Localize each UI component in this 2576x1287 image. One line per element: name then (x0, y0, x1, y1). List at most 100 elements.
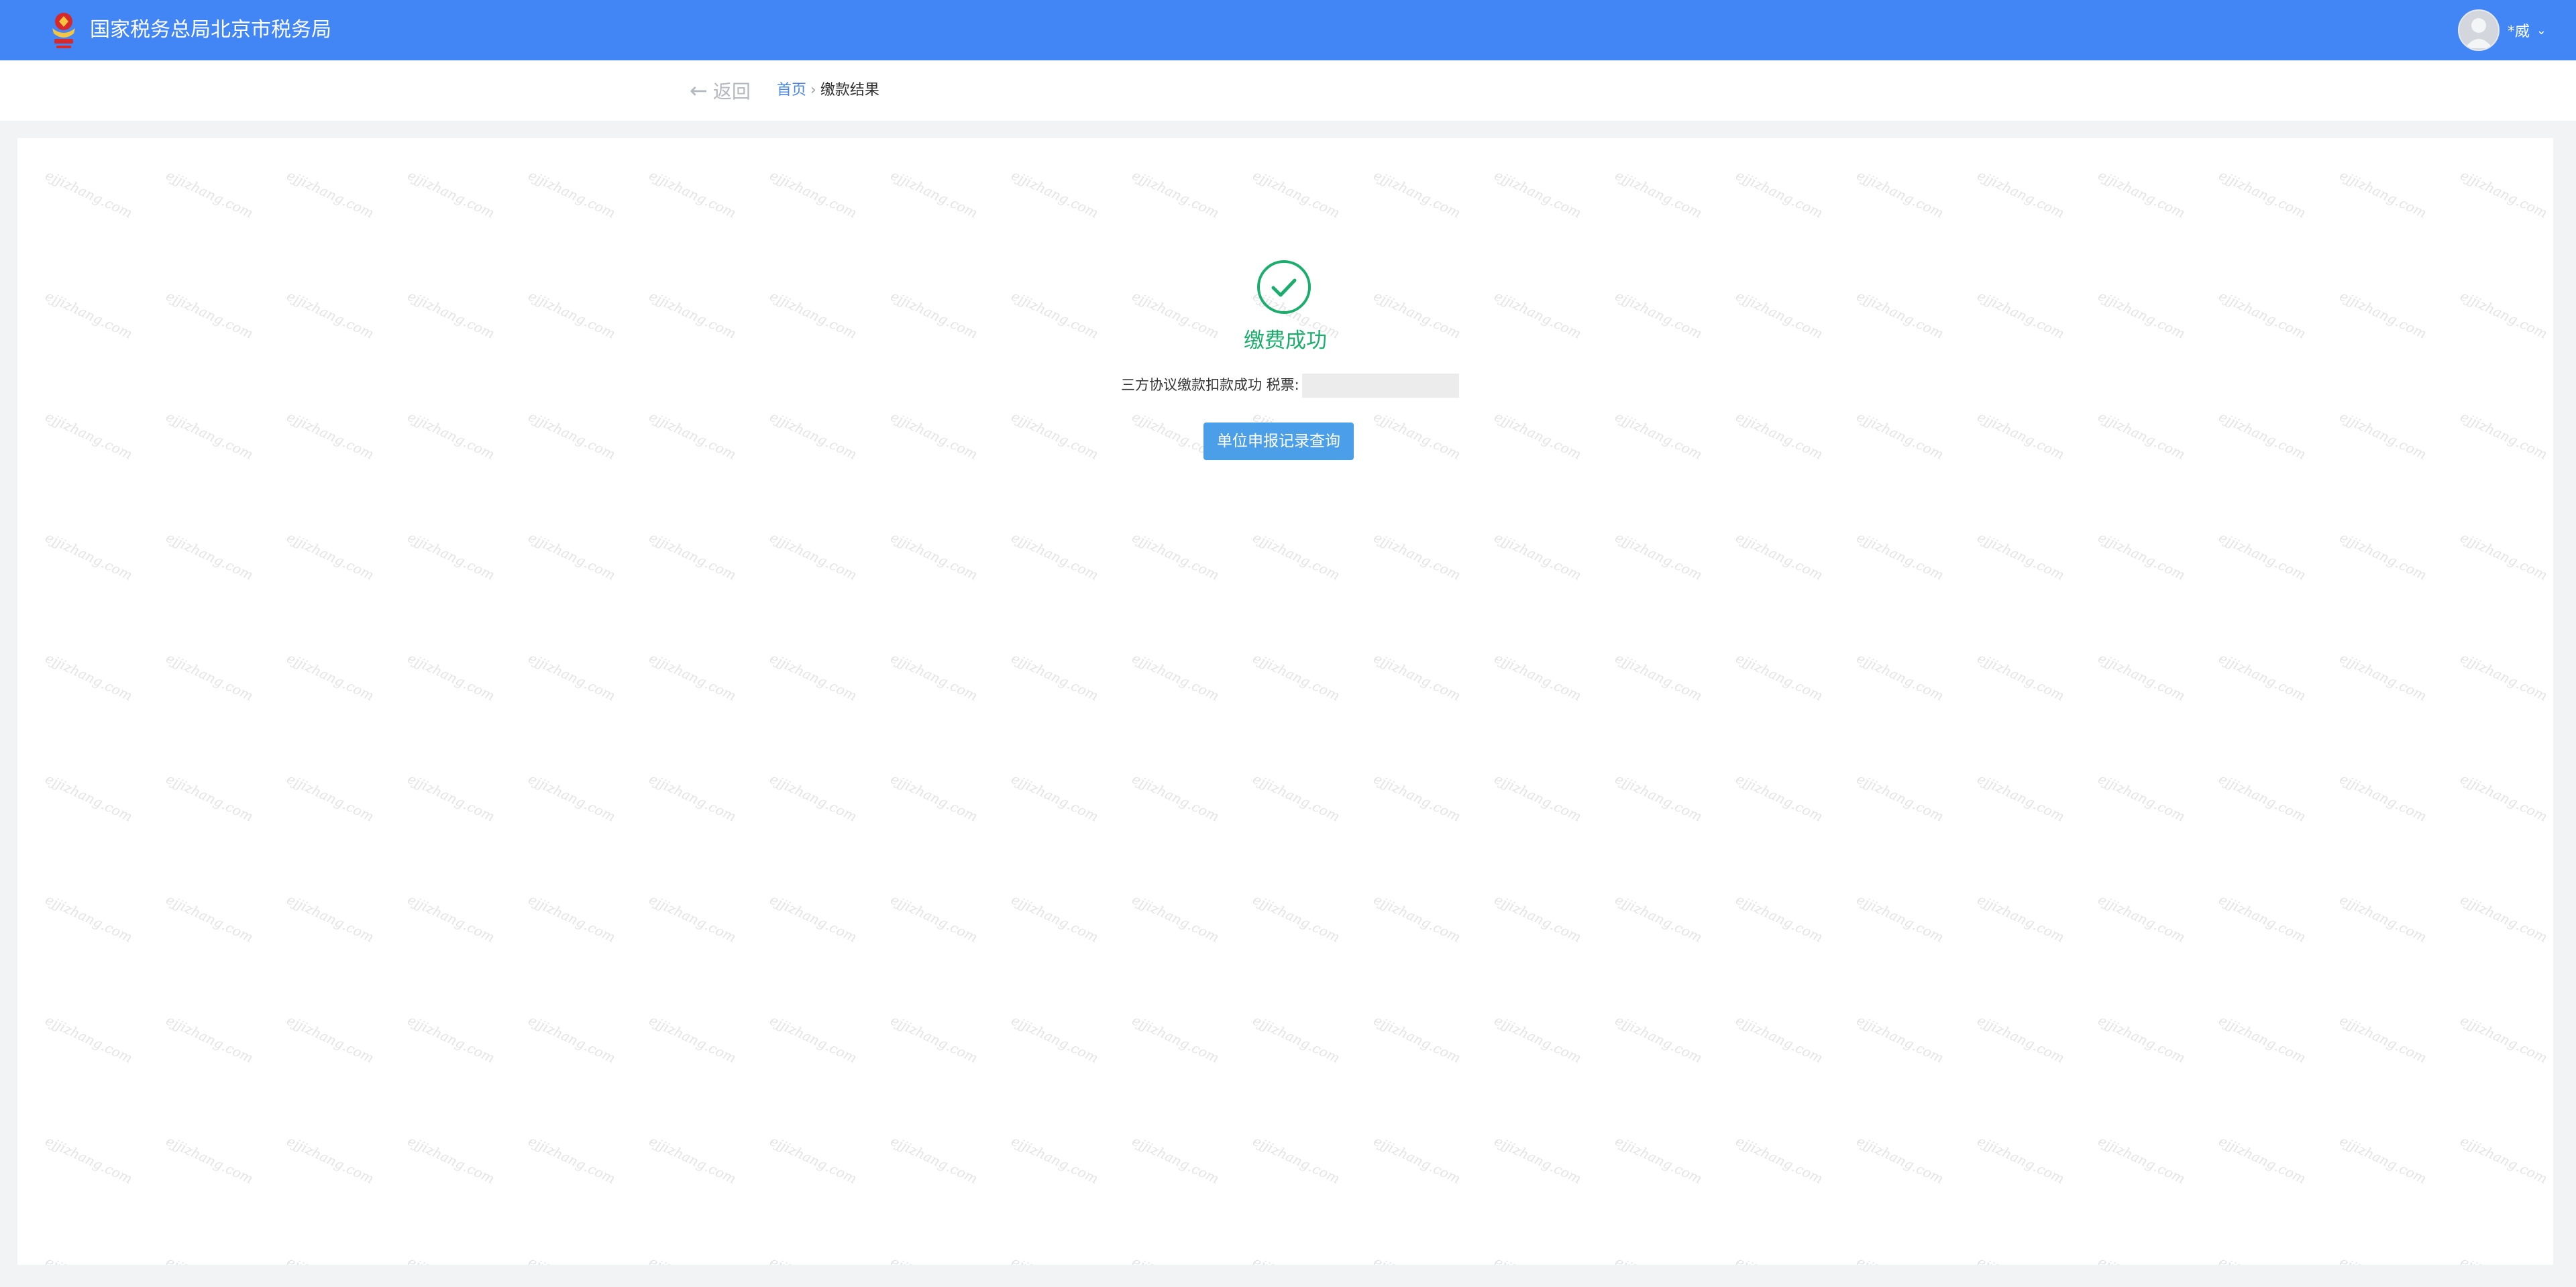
avatar[interactable] (2457, 9, 2500, 51)
chevron-down-icon[interactable]: ⌄ (2536, 23, 2546, 38)
watermark-text: ejjizhang.com (647, 1012, 739, 1066)
watermark-text: ejjizhang.com (888, 891, 980, 946)
watermark-text: ejjizhang.com (2337, 167, 2429, 221)
watermark-text: ejjizhang.com (647, 288, 739, 342)
watermark-text: ejjizhang.com (647, 1253, 739, 1265)
watermark-text: ejjizhang.com (1009, 408, 1101, 463)
watermark-text: ejjizhang.com (526, 771, 618, 825)
watermark-text: ejjizhang.com (2458, 408, 2550, 463)
watermark-text: ejjizhang.com (888, 1253, 980, 1265)
watermark-text: ejjizhang.com (1492, 1253, 1584, 1265)
watermark-text: ejjizhang.com (1492, 891, 1584, 946)
watermark-text: ejjizhang.com (405, 771, 497, 825)
watermark-text: ejjizhang.com (2096, 891, 2188, 946)
watermark-text: ejjizhang.com (43, 167, 135, 221)
watermark-text: ejjizhang.com (1009, 288, 1101, 342)
watermark-text: ejjizhang.com (888, 1012, 980, 1066)
watermark-text: ejjizhang.com (1613, 408, 1705, 463)
watermark-text: ejjizhang.com (526, 529, 618, 583)
watermark-text: ejjizhang.com (2337, 771, 2429, 825)
watermark-text: ejjizhang.com (767, 1012, 859, 1066)
watermark-text: ejjizhang.com (164, 1253, 256, 1265)
watermark-text: ejjizhang.com (164, 1012, 256, 1066)
watermark-text: ejjizhang.com (2337, 529, 2429, 583)
watermark-text: ejjizhang.com (1854, 288, 1946, 342)
watermark-text: ejjizhang.com (1371, 1133, 1463, 1187)
declaration-record-query-button[interactable]: 单位申报记录查询 (1203, 423, 1354, 460)
watermark-text: ejjizhang.com (1009, 529, 1101, 583)
watermark-text: ejjizhang.com (2096, 408, 2188, 463)
watermark-text: ejjizhang.com (1250, 1012, 1342, 1066)
breadcrumb-separator: › (810, 82, 816, 99)
back-button[interactable]: ← 返回 (690, 60, 751, 121)
watermark-text: ejjizhang.com (767, 891, 859, 946)
watermark-text: ejjizhang.com (767, 288, 859, 342)
watermark-text: ejjizhang.com (1975, 167, 2067, 221)
watermark-text: ejjizhang.com (405, 650, 497, 704)
watermark-text: ejjizhang.com (1733, 771, 1825, 825)
watermark-text: ejjizhang.com (2458, 529, 2550, 583)
watermark-text: ejjizhang.com (405, 1253, 497, 1265)
watermark-text: ejjizhang.com (2337, 891, 2429, 946)
user-name[interactable]: *威 (2508, 19, 2530, 41)
watermark-text: ejjizhang.com (1492, 1012, 1584, 1066)
watermark-text: ejjizhang.com (647, 771, 739, 825)
watermark-text: ejjizhang.com (1854, 1133, 1946, 1187)
watermark-text: ejjizhang.com (43, 408, 135, 463)
watermark-text: ejjizhang.com (1371, 408, 1463, 463)
watermark-text: ejjizhang.com (2096, 771, 2188, 825)
watermark-text: ejjizhang.com (1009, 771, 1101, 825)
watermark-text: ejjizhang.com (1492, 771, 1584, 825)
watermark-text: ejjizhang.com (2216, 167, 2308, 221)
breadcrumb: 首页 › 缴款结果 (777, 60, 879, 121)
watermark-text: ejjizhang.com (1733, 650, 1825, 704)
watermark-text: ejjizhang.com (1613, 1012, 1705, 1066)
top-header-bar: 国家税务总局北京市税务局 *威 ⌄ (0, 0, 2576, 60)
watermark-text: ejjizhang.com (284, 891, 376, 946)
watermark-text: ejjizhang.com (164, 167, 256, 221)
watermark-text: ejjizhang.com (2216, 650, 2308, 704)
watermark-text: ejjizhang.com (1613, 529, 1705, 583)
watermark-text: ejjizhang.com (767, 167, 859, 221)
watermark-text: ejjizhang.com (405, 1133, 497, 1187)
watermark-text: ejjizhang.com (1371, 771, 1463, 825)
watermark-text: ejjizhang.com (2096, 167, 2188, 221)
user-menu[interactable]: *威 ⌄ (2457, 0, 2546, 60)
watermark-text: ejjizhang.com (647, 891, 739, 946)
breadcrumb-home-link[interactable]: 首页 (777, 82, 806, 99)
watermark-text: ejjizhang.com (1613, 1253, 1705, 1265)
watermark-text: ejjizhang.com (1492, 408, 1584, 463)
watermark-text: ejjizhang.com (164, 529, 256, 583)
watermark-text: ejjizhang.com (767, 771, 859, 825)
watermark-text: ejjizhang.com (1854, 650, 1946, 704)
watermark-text: ejjizhang.com (2216, 288, 2308, 342)
watermark-text: ejjizhang.com (1130, 167, 1222, 221)
watermark-text: ejjizhang.com (284, 1253, 376, 1265)
watermark-text: ejjizhang.com (1130, 529, 1222, 583)
watermark-text: ejjizhang.com (405, 891, 497, 946)
watermark-text: ejjizhang.com (164, 891, 256, 946)
watermark-text: ejjizhang.com (888, 1133, 980, 1187)
watermark-text: ejjizhang.com (43, 1133, 135, 1187)
watermark-text: ejjizhang.com (1733, 288, 1825, 342)
watermark-text: ejjizhang.com (2458, 771, 2550, 825)
watermark-text: ejjizhang.com (2096, 1253, 2188, 1265)
watermark-text: ejjizhang.com (1733, 1012, 1825, 1066)
watermark-text: ejjizhang.com (1492, 650, 1584, 704)
watermark-text: ejjizhang.com (1009, 891, 1101, 946)
watermark-text: ejjizhang.com (2458, 1253, 2550, 1265)
watermark-text: ejjizhang.com (888, 650, 980, 704)
watermark-text: ejjizhang.com (2337, 288, 2429, 342)
watermark-text: ejjizhang.com (1009, 1012, 1101, 1066)
watermark-text: ejjizhang.com (1130, 1012, 1222, 1066)
watermark-text: ejjizhang.com (43, 771, 135, 825)
watermark-text: ejjizhang.com (1975, 650, 2067, 704)
watermark-text: ejjizhang.com (1854, 1253, 1946, 1265)
watermark-text: ejjizhang.com (1371, 167, 1463, 221)
result-message-text: 三方协议缴款扣款成功 税票: (1121, 377, 1299, 393)
watermark-text: ejjizhang.com (2337, 408, 2429, 463)
watermark-text: ejjizhang.com (284, 529, 376, 583)
watermark-text: ejjizhang.com (888, 771, 980, 825)
watermark-text: ejjizhang.com (1733, 891, 1825, 946)
watermark-text: ejjizhang.com (767, 1253, 859, 1265)
